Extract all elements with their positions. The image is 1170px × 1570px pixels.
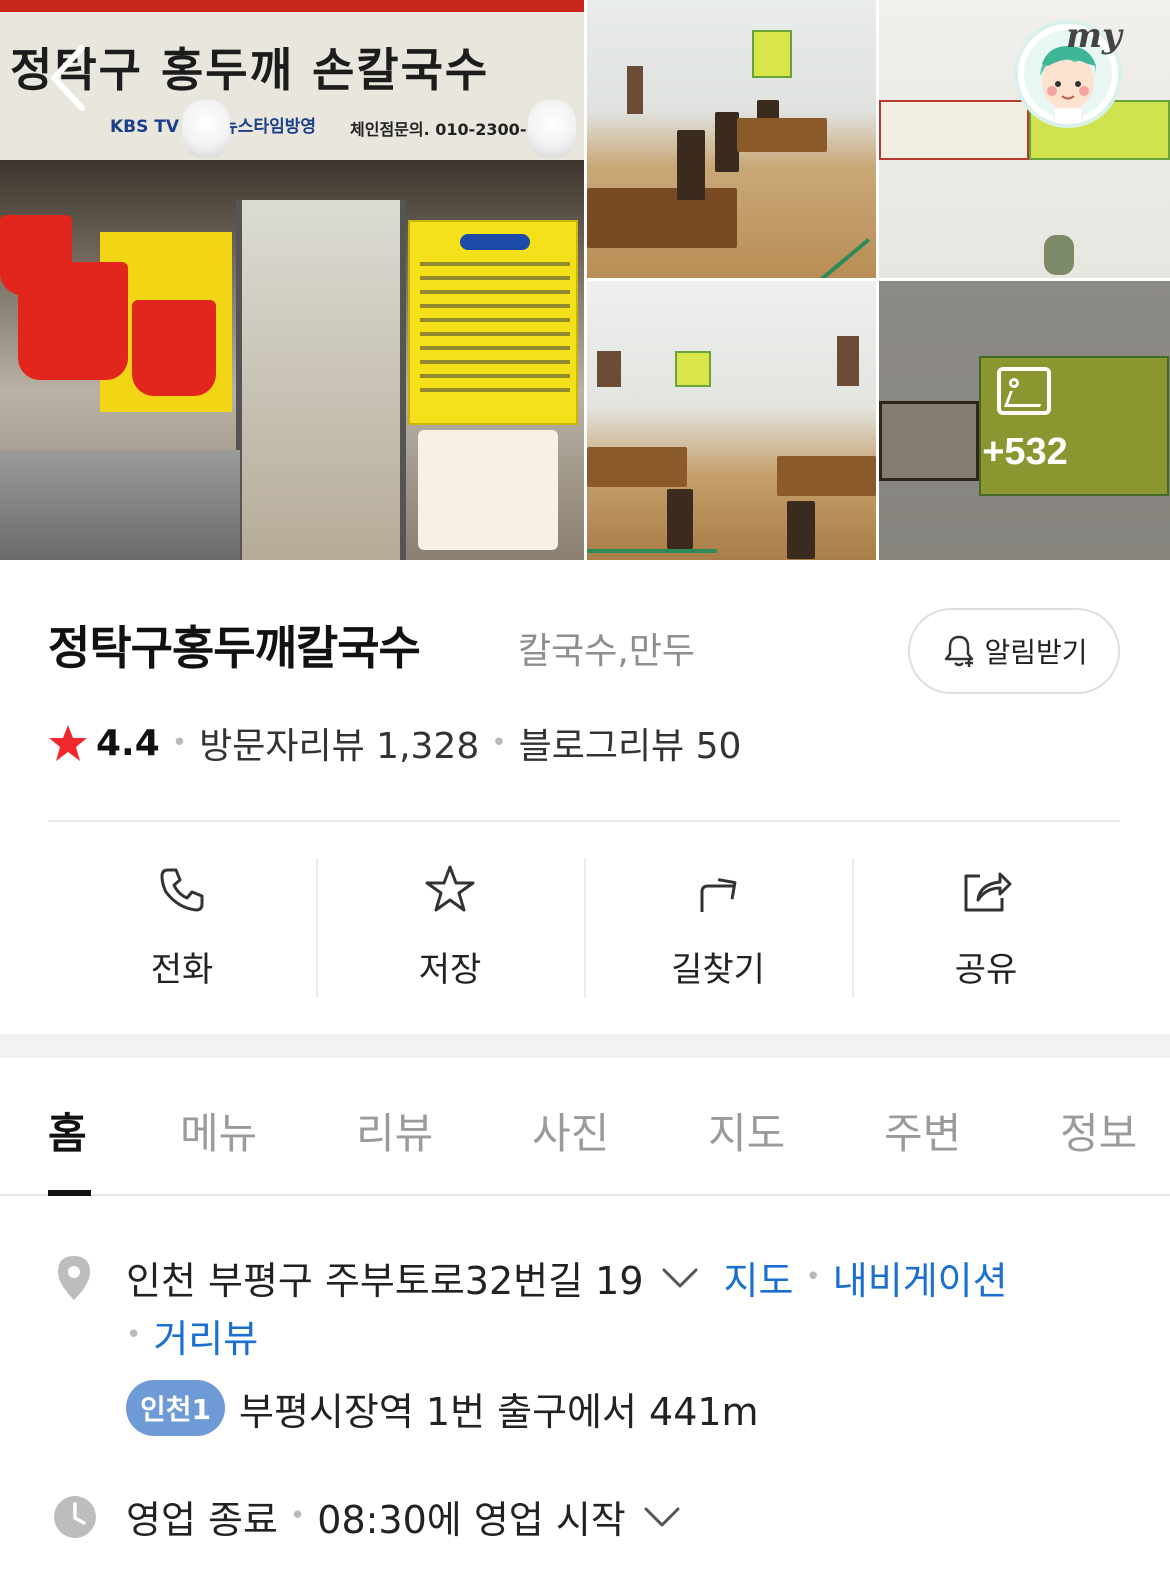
tab-home[interactable]: 홈 — [48, 1100, 87, 1161]
share-button[interactable]: 공유 — [852, 858, 1120, 998]
star-filled-icon — [49, 725, 87, 761]
hours-status: 영업 종료 — [126, 1497, 278, 1542]
address-text: 인천 부평구 주부토로32번길 19 — [126, 1258, 644, 1303]
dumpling-poster — [418, 430, 558, 550]
share-icon — [964, 872, 1012, 912]
price-board — [408, 220, 578, 425]
separator-dot: • — [805, 1262, 821, 1292]
subway-row: 인천1 부평시장역 1번 출구에서 441m — [126, 1380, 759, 1436]
location-pin-icon — [58, 1256, 90, 1300]
more-photos-overlay — [879, 281, 1170, 560]
directions-icon — [700, 878, 737, 912]
section-separator — [0, 1034, 1170, 1058]
gallery-icon — [997, 367, 1051, 415]
call-button[interactable]: 전화 — [48, 858, 316, 998]
tab-bar-border — [0, 1194, 1170, 1196]
clock-icon — [54, 1496, 96, 1538]
separator-dot: • — [289, 1501, 306, 1531]
tab-nearby[interactable]: 주변 — [884, 1100, 961, 1161]
divider — [48, 820, 1120, 822]
doorway — [236, 200, 406, 560]
tab-menu[interactable]: 메뉴 — [180, 1100, 257, 1161]
call-label: 전화 — [150, 950, 214, 990]
more-photos-tile[interactable]: +532 — [879, 281, 1170, 560]
light-bulb — [528, 100, 576, 158]
back-button[interactable] — [44, 40, 104, 116]
dining-room-photo-2[interactable] — [587, 281, 876, 560]
rating-score: 4.4 — [96, 722, 160, 764]
blog-reviews-link[interactable]: 블로그리뷰 50 — [519, 717, 742, 769]
dining-room-photo[interactable] — [587, 0, 876, 278]
action-bar: 전화 저장 길찾기 공유 — [48, 858, 1120, 998]
visitor-reviews-link[interactable]: 방문자리뷰 1,328 — [199, 717, 479, 769]
place-name: 정탁구홍두깨칼국수 — [48, 621, 421, 675]
save-label: 저장 — [418, 950, 482, 990]
tab-map[interactable]: 지도 — [708, 1100, 785, 1161]
phone-icon — [160, 868, 204, 912]
star-icon — [425, 865, 475, 912]
light-bulb — [182, 100, 230, 158]
notify-button[interactable]: 알림받기 — [908, 608, 1120, 694]
tab-info[interactable]: 정보 — [1060, 1100, 1137, 1161]
subway-line-badge: 인천1 — [126, 1380, 226, 1436]
hours-row: 영업 종료 • 08:30에 영업 시작 — [126, 1488, 682, 1544]
share-label: 공유 — [954, 950, 1018, 990]
tab-reviews[interactable]: 리뷰 — [356, 1100, 433, 1161]
chevron-down-icon[interactable] — [642, 1501, 682, 1531]
my-label: my — [1066, 16, 1122, 56]
address-row-2: • 거리뷰 — [126, 1308, 258, 1362]
rating-row: 4.4 • 방문자리뷰 1,328 • 블로그리뷰 50 — [48, 718, 741, 768]
photo-gallery: 정탁구 홍두깨 손칼국수 KBS TV 아침 뉴스타임방영 체인점문의. 010… — [0, 0, 1170, 560]
separator-dot: • — [126, 1320, 142, 1350]
chevron-left-icon — [51, 45, 85, 111]
directions-label: 길찾기 — [671, 950, 765, 990]
place-category: 칼국수,만두 — [518, 631, 696, 672]
hours-text: 08:30에 영업 시작 — [317, 1497, 626, 1542]
storefront-sign-phone: 체인점문의. 010-2300- — [350, 120, 527, 139]
subway-distance-text: 부평시장역 1번 출구에서 441m — [239, 1389, 759, 1434]
navigation-link[interactable]: 내비게이션 — [833, 1250, 1008, 1305]
red-bucket — [132, 300, 216, 396]
red-bucket — [18, 262, 128, 380]
streetview-link[interactable]: 거리뷰 — [153, 1308, 258, 1363]
save-button[interactable]: 저장 — [316, 858, 584, 998]
active-tab-indicator — [48, 1190, 91, 1196]
bell-plus-icon — [945, 635, 974, 667]
more-photos-count: +532 — [982, 431, 1068, 473]
address-row: 인천 부평구 주부토로32번길 19 지도 • 내비게이션 — [126, 1250, 1008, 1304]
notify-label: 알림받기 — [984, 636, 1088, 669]
chevron-down-icon[interactable] — [660, 1262, 700, 1292]
awning-strip — [0, 0, 584, 12]
separator-dot: • — [491, 728, 507, 758]
tab-bar: 홈 메뉴 리뷰 사진 지도 주변 정보 — [0, 1058, 1170, 1196]
tab-photos[interactable]: 사진 — [532, 1100, 609, 1161]
directions-button[interactable]: 길찾기 — [584, 858, 852, 998]
separator-dot: • — [171, 728, 188, 758]
kitchen-counter — [0, 450, 240, 560]
map-link[interactable]: 지도 — [724, 1250, 794, 1305]
